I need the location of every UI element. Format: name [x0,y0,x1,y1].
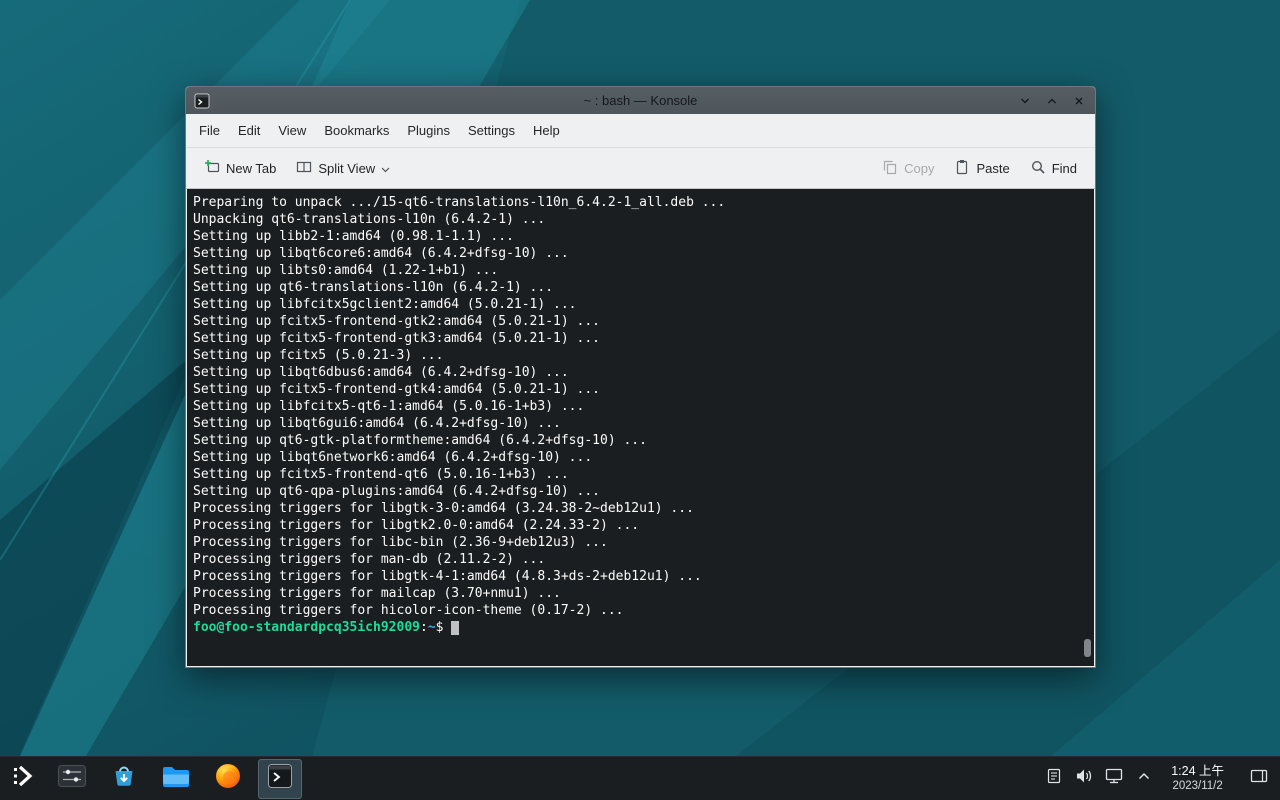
terminal-line: Processing triggers for libc-bin (2.36-9… [193,534,1080,551]
terminal-line: Setting up qt6-translations-l10n (6.4.2-… [193,279,1080,296]
konsole-window: ~ : bash — Konsole File Edit View Bookma… [185,86,1096,668]
folder-icon [162,765,190,793]
find-button[interactable]: Find [1022,153,1085,184]
terminal-line: Processing triggers for hicolor-icon-the… [193,602,1080,619]
maximize-button[interactable] [1044,93,1060,109]
paste-button[interactable]: Paste [946,153,1017,184]
paste-label: Paste [976,161,1009,176]
terminal-line: Setting up libfcitx5gclient2:amd64 (5.0.… [193,296,1080,313]
search-icon [1030,159,1046,178]
new-tab-button[interactable]: New Tab [196,153,284,184]
clipboard-icon [1045,767,1063,790]
terminal-output[interactable]: Preparing to unpack .../15-qt6-translati… [187,189,1094,666]
terminal-line: Processing triggers for libgtk-4-1:amd64… [193,568,1080,585]
new-tab-icon [204,159,220,178]
clock-time: 1:24 上午 [1171,764,1224,779]
prompt-user-host: foo@foo-standardpcq35ich92009 [193,620,420,635]
prompt-line: foo@foo-standardpcq35ich92009:~$ [193,619,1080,636]
taskbar: 1:24 上午 2023/11/2 [0,756,1280,800]
window-title: ~ : bash — Konsole [186,93,1095,108]
terminal-line: Processing triggers for mailcap (3.70+nm… [193,585,1080,602]
desktop: ~ : bash — Konsole File Edit View Bookma… [0,0,1280,800]
terminal-line: Setting up libqt6gui6:amd64 (6.4.2+dfsg-… [193,415,1080,432]
volume-button[interactable] [1069,761,1099,797]
terminal-line: Setting up fcitx5-frontend-gtk3:amd64 (5… [193,330,1080,347]
menu-help[interactable]: Help [524,114,569,147]
terminal-line: Setting up libb2-1:amd64 (0.98.1-1.1) ..… [193,228,1080,245]
discover-icon [111,763,137,794]
close-button[interactable] [1071,93,1087,109]
system-tray: 1:24 上午 2023/11/2 [1039,759,1276,799]
terminal-line: Setting up fcitx5-frontend-qt6 (5.0.16-1… [193,466,1080,483]
show-desktop-button[interactable] [1242,759,1276,799]
titlebar[interactable]: ~ : bash — Konsole [186,87,1095,114]
menubar: File Edit View Bookmarks Plugins Setting… [186,114,1095,147]
menu-plugins[interactable]: Plugins [398,114,459,147]
toolbar: New Tab Split View [186,147,1095,189]
firefox-button[interactable] [206,759,250,799]
firefox-icon [214,762,242,795]
terminal-line: Setting up libts0:amd64 (1.22-1+b1) ... [193,262,1080,279]
terminal-scrollbar [1084,193,1091,662]
chevron-down-icon [381,161,390,176]
terminal-line: Processing triggers for libgtk-3-0:amd64… [193,500,1080,517]
terminal-line: Setting up fcitx5-frontend-gtk2:amd64 (5… [193,313,1080,330]
terminal-lines: Preparing to unpack .../15-qt6-translati… [193,194,1080,619]
menu-file[interactable]: File [190,114,229,147]
chevron-up-icon [1136,769,1152,788]
network-button[interactable] [1099,761,1129,797]
konsole-icon [267,763,293,794]
expand-tray-button[interactable] [1129,761,1159,797]
menu-settings[interactable]: Settings [459,114,524,147]
app-launcher-button[interactable] [4,759,42,799]
copy-label: Copy [904,161,934,176]
terminal-line: Processing triggers for man-db (2.11.2-2… [193,551,1080,568]
clock-date: 2023/11/2 [1172,779,1222,793]
terminal-line: Unpacking qt6-translations-l10n (6.4.2-1… [193,211,1080,228]
show-desktop-icon [1249,767,1269,790]
app-launcher-icon [10,763,36,794]
konsole-window-icon [194,93,210,109]
split-view-button[interactable]: Split View [288,153,398,184]
terminal-line: Setting up fcitx5 (5.0.21-3) ... [193,347,1080,364]
paste-icon [954,159,970,178]
volume-icon [1074,767,1094,790]
terminal-line: Setting up fcitx5-frontend-gtk4:amd64 (5… [193,381,1080,398]
discover-button[interactable] [102,759,146,799]
menu-bookmarks[interactable]: Bookmarks [315,114,398,147]
copy-button[interactable]: Copy [874,153,942,184]
terminal-line: Processing triggers for libgtk2.0-0:amd6… [193,517,1080,534]
audio-mixer-icon [58,765,86,792]
minimize-button[interactable] [1017,93,1033,109]
terminal-line: Preparing to unpack .../15-qt6-translati… [193,194,1080,211]
find-label: Find [1052,161,1077,176]
prompt-path: ~ [428,620,436,635]
prompt-colon: : [420,620,428,635]
menu-view[interactable]: View [269,114,315,147]
audio-mixer-button[interactable] [50,759,94,799]
file-manager-button[interactable] [154,759,198,799]
terminal-line: Setting up qt6-gtk-platformtheme:amd64 (… [193,432,1080,449]
split-view-label: Split View [318,161,375,176]
terminal-line: Setting up libqt6core6:amd64 (6.4.2+dfsg… [193,245,1080,262]
window-controls [1017,93,1087,109]
prompt-dollar: $ [436,620,444,635]
digital-clock[interactable]: 1:24 上午 2023/11/2 [1159,764,1236,793]
split-view-icon [296,159,312,178]
terminal-line: Setting up libqt6dbus6:amd64 (6.4.2+dfsg… [193,364,1080,381]
scrollbar-thumb[interactable] [1084,639,1091,657]
terminal-cursor [451,621,459,635]
clipboard-button[interactable] [1039,761,1069,797]
menu-edit[interactable]: Edit [229,114,269,147]
terminal-line: Setting up qt6-qpa-plugins:amd64 (6.4.2+… [193,483,1080,500]
konsole-task-button[interactable] [258,759,302,799]
new-tab-label: New Tab [226,161,276,176]
terminal-line: Setting up libqt6network6:amd64 (6.4.2+d… [193,449,1080,466]
terminal-line: Setting up libfcitx5-qt6-1:amd64 (5.0.16… [193,398,1080,415]
copy-icon [882,159,898,178]
network-icon [1104,767,1124,790]
